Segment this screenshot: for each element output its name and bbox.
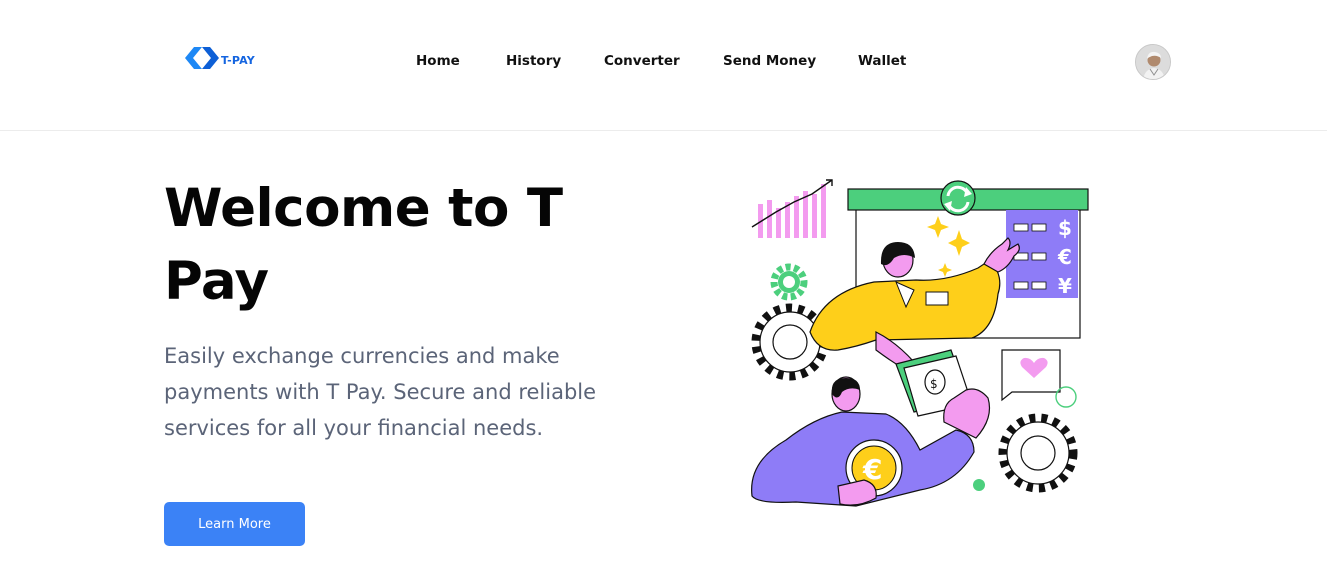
circle-decoration [1055,386,1077,408]
user-avatar[interactable] [1135,44,1171,80]
euro-symbol: € [1057,245,1072,269]
yen-symbol: ¥ [1058,274,1072,298]
tpay-logo[interactable]: T-PAY [185,46,255,70]
nav-home[interactable]: Home [416,52,460,70]
dollar-symbol: $ [1058,216,1072,240]
logo-text: T-PAY [221,53,255,67]
heart-chat-bubble-icon [1001,349,1061,402]
gear-icon [770,263,808,301]
learn-more-button[interactable]: Learn More [164,502,305,546]
nav-wallet[interactable]: Wallet [858,52,906,70]
dot-decoration [973,479,985,491]
tpay-logo-icon [185,47,219,69]
avatar-photo [1136,45,1170,79]
currency-exchange-illustration: $ € ¥ $ € [751,179,1089,507]
gear-icon [751,303,829,381]
hero-description: Easily exchange currencies and make paym… [164,344,597,440]
banknote-dollar-symbol: $ [930,377,938,391]
nav-converter[interactable]: Converter [604,52,680,70]
top-navbar: T-PAY Home History Converter Send Money … [0,0,1327,131]
nav-send-money[interactable]: Send Money [723,52,816,70]
gear-icon [998,413,1078,493]
bar-chart-graphic [751,179,833,238]
nav-history[interactable]: History [506,52,561,70]
hero-title: Welcome to T Pay [164,178,563,312]
